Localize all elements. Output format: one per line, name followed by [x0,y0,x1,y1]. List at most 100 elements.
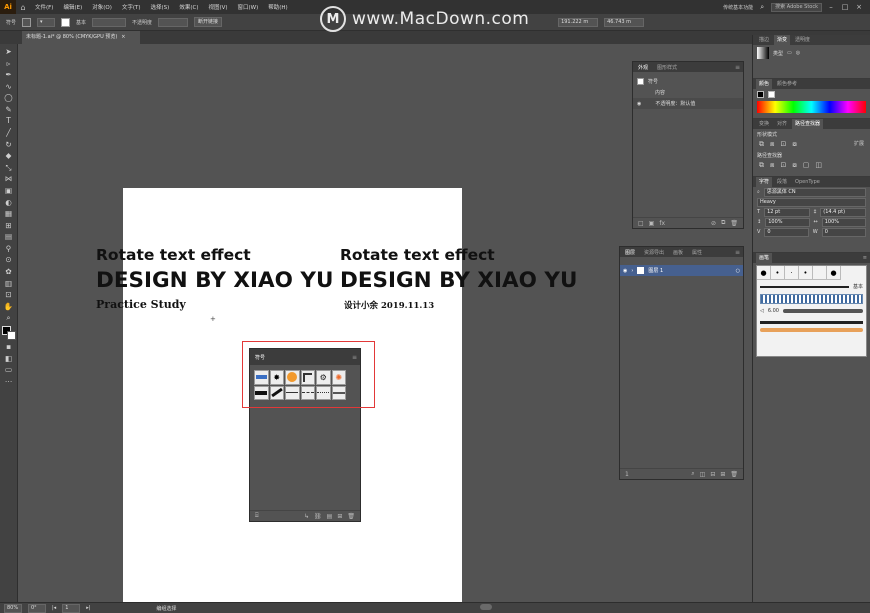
tab-stroke[interactable]: 描边 [756,35,772,45]
tab-asset-export[interactable]: 资源导出 [642,249,666,256]
new-layer-icon[interactable]: ⊞ [720,471,725,478]
symbol-options-icon[interactable]: ▤ [327,513,333,520]
menu-window[interactable]: 窗口(W) [233,3,264,11]
stroke-color-icon[interactable] [768,90,775,98]
stroke-swatch-icon[interactable] [6,330,16,340]
type-tool-icon[interactable]: T [3,117,14,126]
merge-icon[interactable]: ⊡ [780,161,786,170]
tab-gradient[interactable]: 渐变 [774,35,791,45]
draw-mode-icon[interactable]: ◧ [3,354,14,363]
stroke-swatch[interactable] [61,17,71,27]
menu-help[interactable]: 帮助(H) [263,3,292,11]
brush-dot-tiny-icon[interactable]: · [785,266,799,280]
menu-effect[interactable]: 效果(C) [174,3,203,11]
workspace-switcher[interactable]: 传统基本功能 [723,4,753,11]
minimize-icon[interactable]: – [826,3,836,11]
blend-tool-icon[interactable]: ⊙ [3,256,14,265]
tab-properties[interactable]: 属性 [690,249,704,256]
direct-selection-tool-icon[interactable]: ▹ [3,59,14,68]
left-heading[interactable]: Rotate text effect [96,246,251,264]
hand-tool-icon[interactable]: ✋ [3,302,14,311]
menu-object[interactable]: 对象(O) [87,3,117,11]
appearance-row-opacity[interactable]: ◉ 不透明度：默认值 [633,98,743,109]
leading-field[interactable]: (14.4 pt) [820,207,866,217]
brush-dot-small-icon[interactable]: • [771,266,785,280]
divide-icon[interactable]: ⧉ [759,161,764,170]
style-dropdown[interactable] [92,17,127,27]
basic-brush-row[interactable]: 基本 [757,280,866,293]
make-clipping-mask-icon[interactable]: ◫ [700,471,706,478]
fill-swatch[interactable] [22,17,32,27]
fill-stroke-swatches[interactable] [1,325,16,340]
clear-appearance-icon[interactable]: ⊘ [711,220,716,227]
perspective-grid-icon[interactable]: ▦ [3,209,14,218]
gradient-linear-icon[interactable]: ▭ [787,50,792,56]
font-family-dropdown[interactable]: 思源黑体 CN [763,187,866,197]
more-tools-icon[interactable]: ⋯ [3,377,14,386]
mesh-tool-icon[interactable]: ⊞ [3,221,14,230]
horizontal-scale-field[interactable]: 100% [821,217,866,227]
break-link-icon[interactable]: ⛓ [314,513,322,520]
tab-align[interactable]: 对齐 [774,119,790,129]
color-mode-icon[interactable]: ▪ [3,342,14,351]
stroke-dropdown[interactable]: ▾ [37,17,56,27]
tab-brushes[interactable]: 画笔 [756,253,773,263]
symbol-library-icon[interactable]: ⌸ [255,512,259,520]
new-symbol-icon[interactable]: ⊞ [337,513,342,520]
intersect-icon[interactable]: ⊡ [780,140,786,149]
tab-appearance[interactable]: 外观 [636,64,650,71]
delete-layer-icon[interactable]: 🗑 [730,471,738,478]
minus-front-icon[interactable]: ⧈ [770,140,774,149]
visibility-eye-icon[interactable]: ◉ [623,268,627,274]
tab-paragraph[interactable]: 段落 [774,177,790,187]
font-size-field[interactable]: 12 pt [764,207,810,217]
tab-opentype[interactable]: OpenType [792,177,823,187]
tab-color-guide[interactable]: 颜色参考 [774,79,800,89]
layer-row[interactable]: ◉ › 图层 1 ○ [620,265,743,276]
tab-color[interactable]: 颜色 [756,79,773,89]
tab-artboards[interactable]: 画板 [671,249,685,256]
document-tab[interactable]: 未标题-1.ai* @ 80% (CMYK/GPU 预览) × [22,31,140,44]
brush-dot-big-icon[interactable]: ● [827,266,841,280]
tracking-field[interactable]: 0 [821,227,866,237]
rotate-tool-icon[interactable]: ↻ [3,140,14,149]
last-artboard-icon[interactable]: ▸| [86,605,90,611]
y-field[interactable]: 46.743 m [604,17,645,27]
stock-search-input[interactable]: 搜索 Adobe Stock [771,2,822,12]
opacity-label[interactable]: 不透明度 [132,19,152,26]
delete-symbol-icon[interactable]: 🗑 [347,513,355,520]
left-subtitle[interactable]: Practice Study [96,298,186,311]
horizontal-scrollbar[interactable] [480,604,492,610]
eraser-tool-icon[interactable]: ◆ [3,151,14,160]
arrow-brush-stroke[interactable] [760,328,863,332]
tab-character[interactable]: 字符 [756,177,773,187]
brush-dot-mid-icon[interactable]: • [799,266,813,280]
shape-builder-icon[interactable]: ◐ [3,198,14,207]
expand-arrow-icon[interactable]: › [631,268,633,274]
eyedropper-tool-icon[interactable]: ⚲ [3,244,14,253]
tab-graphic-styles[interactable]: 图形样式 [655,64,679,71]
pattern-brush-stroke[interactable] [760,294,863,304]
delete-item-icon[interactable]: 🗑 [730,220,738,227]
curvature-tool-icon[interactable]: ∿ [3,82,14,91]
fill-color-icon[interactable] [757,90,764,98]
pen-tool-icon[interactable]: ✒ [3,70,14,79]
tab-transform[interactable]: 变换 [756,119,772,129]
visibility-eye-icon[interactable]: ◉ [637,101,641,107]
search-icon[interactable]: ⌕ [757,3,767,12]
add-effect-icon[interactable]: fx [659,220,665,227]
panel-menu-icon[interactable]: ≡ [735,249,740,256]
vertical-scale-field[interactable]: 100% [765,217,810,227]
rotate-view-field[interactable]: 0° [28,603,46,613]
tab-pathfinder[interactable]: 路径查找器 [792,119,824,129]
search-icon[interactable]: ⌕ [757,189,760,195]
close-icon[interactable]: × [854,3,864,11]
x-field[interactable]: 191.222 m [558,17,599,27]
line-tool-icon[interactable]: ╱ [3,128,14,137]
right-title[interactable]: DESIGN BY XIAO YU [340,268,577,293]
scale-tool-icon[interactable]: ⤡ [3,163,14,172]
home-icon[interactable]: ⌂ [16,3,30,12]
zoom-field[interactable]: 80% [4,603,22,613]
color-spectrum-slider[interactable] [757,101,866,113]
right-heading[interactable]: Rotate text effect [340,246,495,264]
